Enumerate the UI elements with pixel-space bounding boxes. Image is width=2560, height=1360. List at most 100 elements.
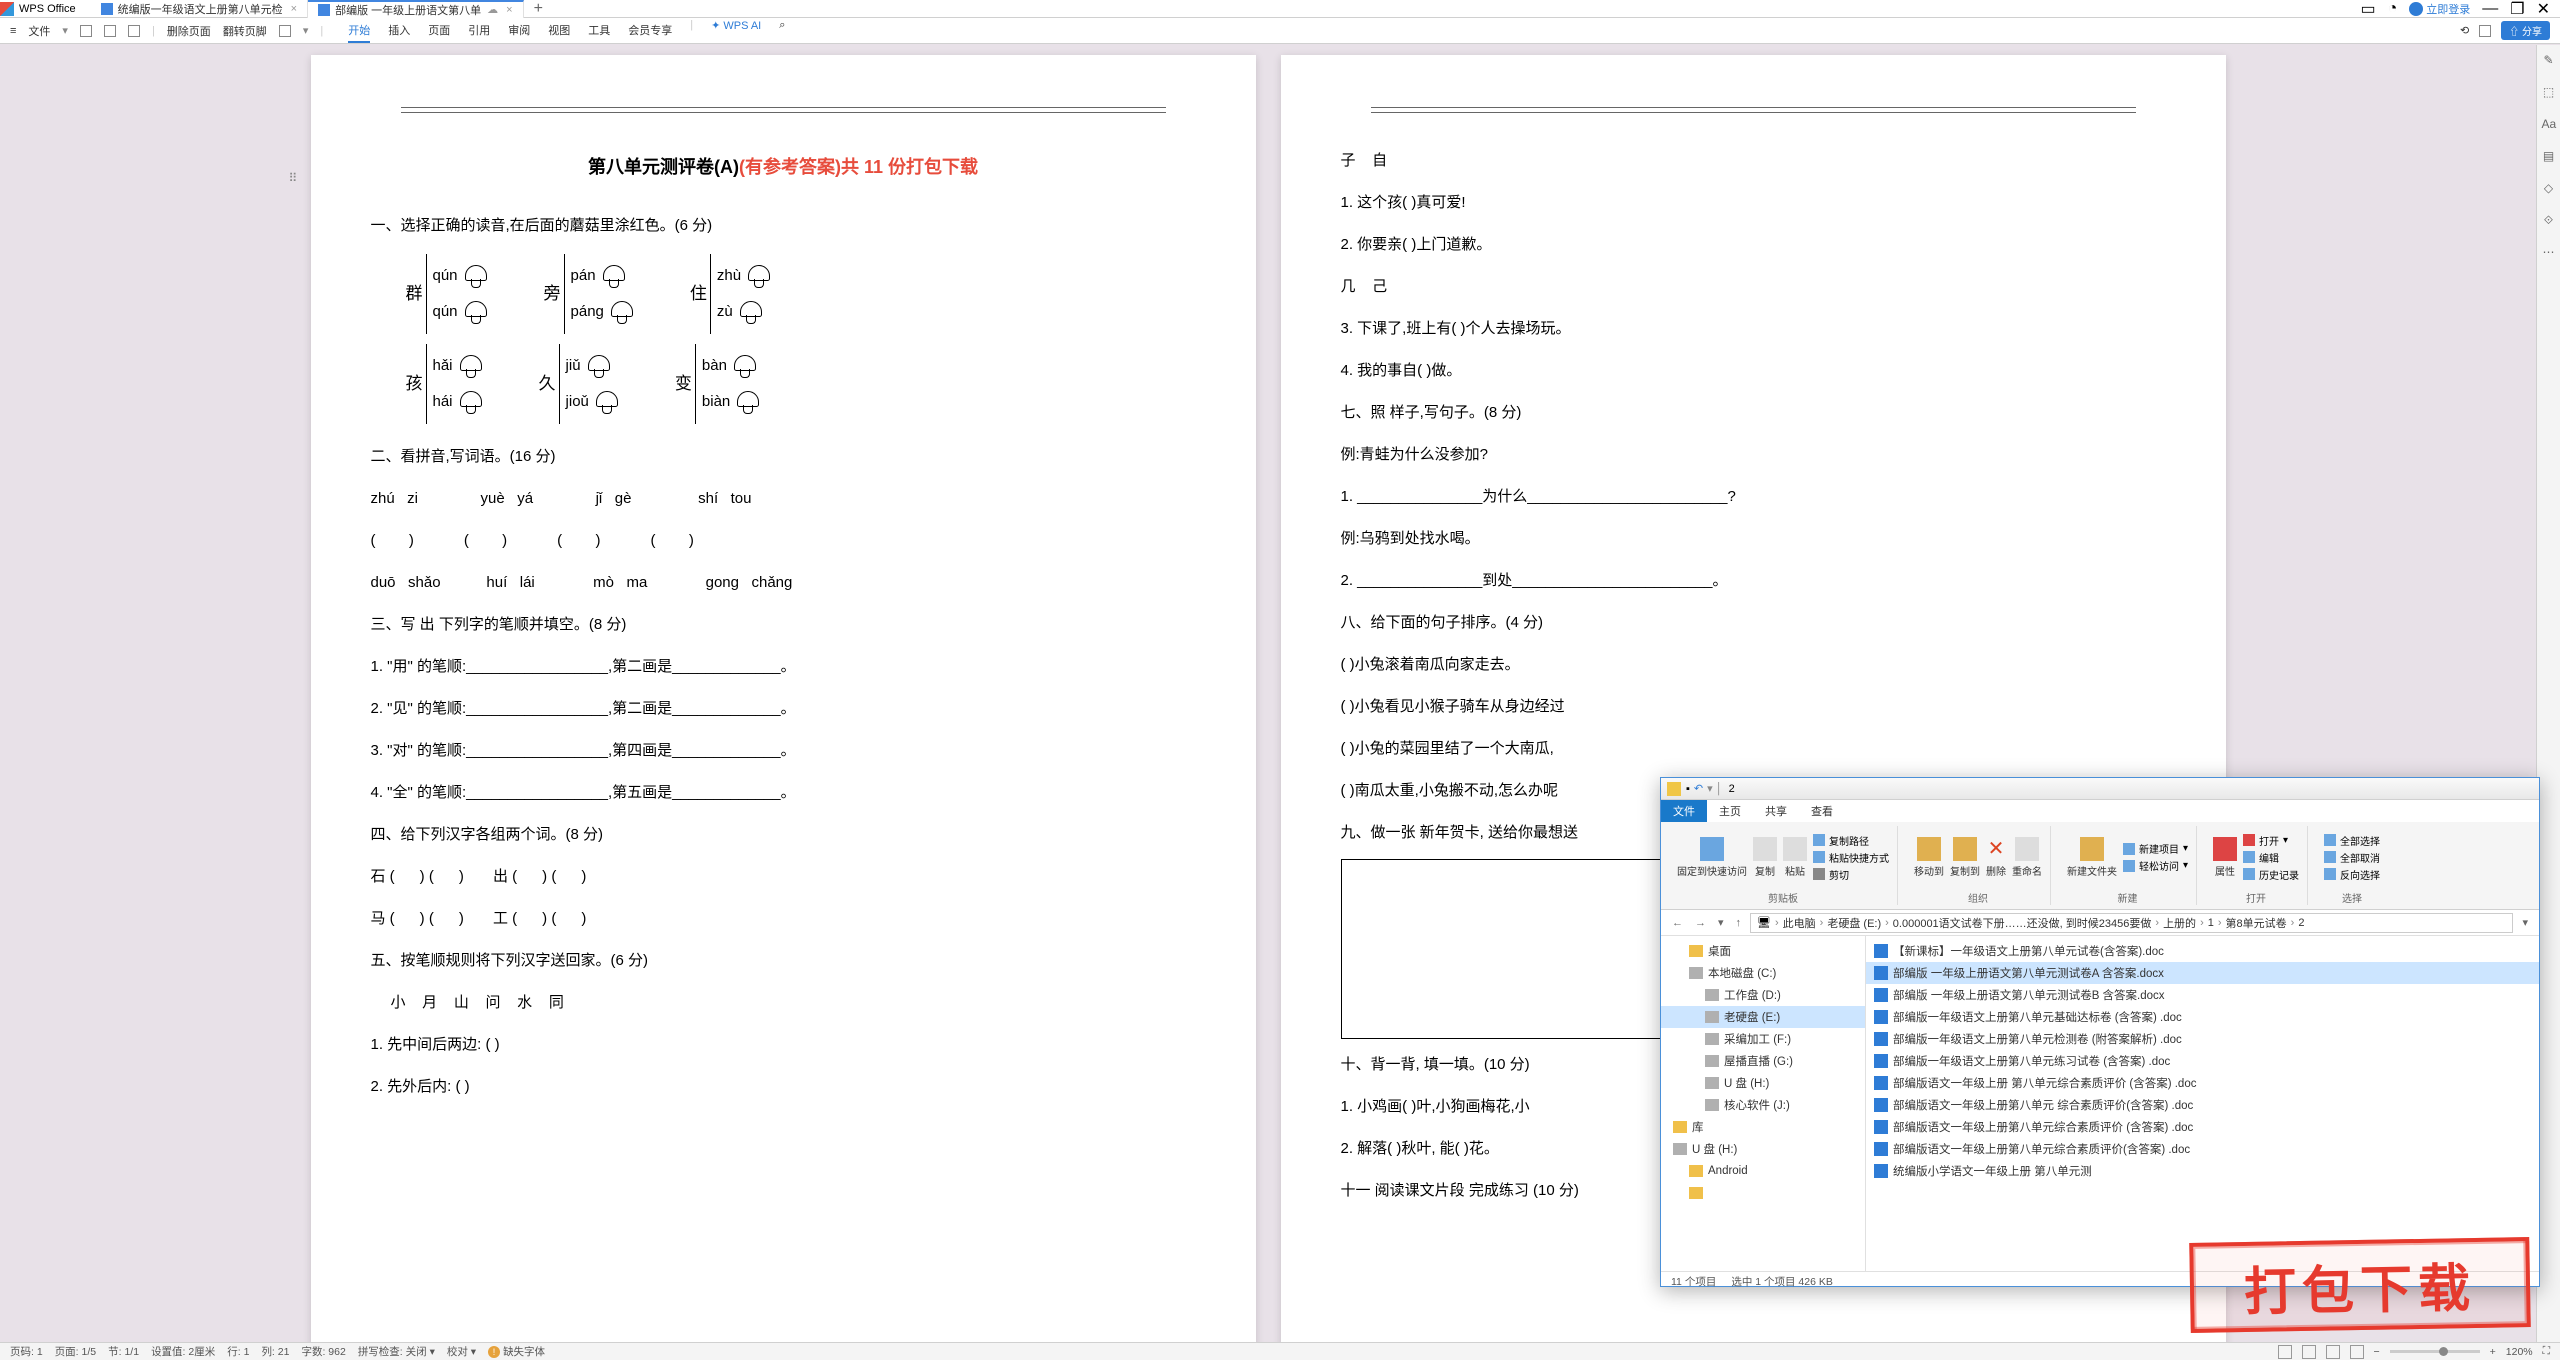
copy-to-button[interactable]: 复制到 <box>1950 837 1980 878</box>
history-button[interactable]: 历史记录 <box>2243 867 2299 882</box>
tree-item[interactable]: 桌面 <box>1661 940 1865 962</box>
tree-item[interactable]: 核心软件 (J:) <box>1661 1094 1865 1116</box>
zoom-level[interactable]: 120% <box>2506 1346 2533 1358</box>
sidebar-select-icon[interactable]: ⬚ <box>2542 85 2556 99</box>
tree-item[interactable]: 库 <box>1661 1116 1865 1138</box>
paste-button[interactable]: 粘贴 <box>1783 837 1807 878</box>
file-item[interactable]: 部编版一年级语文上册第八单元练习试卷 (含答案) .doc <box>1866 1050 2539 1072</box>
sidebar-shape-icon[interactable]: ◇ <box>2542 181 2556 195</box>
add-tab-button[interactable]: + <box>524 0 553 18</box>
cut-button[interactable]: 剪切 <box>1813 867 1889 882</box>
file-menu[interactable]: 文件 <box>28 23 50 39</box>
easy-access-button[interactable]: 轻松访问 ▾ <box>2123 858 2188 873</box>
wps-ai-button[interactable]: ✦ WPS AI <box>711 19 761 43</box>
invert-selection-button[interactable]: 反向选择 <box>2324 867 2380 882</box>
print-icon[interactable] <box>104 25 116 37</box>
tree-item[interactable]: U 盘 (H:) <box>1661 1138 1865 1160</box>
sidebar-pencil-icon[interactable]: ✎ <box>2542 53 2556 67</box>
delete-page-button[interactable]: 删除页面 <box>167 23 211 39</box>
paste-shortcut-button[interactable]: 粘贴快捷方式 <box>1813 850 1889 865</box>
sidebar-link-icon[interactable]: ⟐ <box>2542 213 2556 227</box>
file-item[interactable]: 部编版 一年级上册语文第八单元测试卷B 含答案.docx <box>1866 984 2539 1006</box>
inbox-icon[interactable]: ▭ <box>2360 0 2375 19</box>
status-missing-font[interactable]: !缺失字体 <box>488 1344 545 1359</box>
login-button[interactable]: 立即登录 <box>2409 1 2470 17</box>
edit-button[interactable]: 编辑 <box>2243 850 2299 865</box>
tab-tools[interactable]: 工具 <box>588 19 610 43</box>
tree-item[interactable]: Android <box>1661 1160 1865 1182</box>
file-item[interactable]: 部编版语文一年级上册第八单元综合素质评价 (含答案) .doc <box>1866 1116 2539 1138</box>
nav-forward-button[interactable]: → <box>1692 917 1709 929</box>
view-mode-2-icon[interactable] <box>2302 1345 2316 1359</box>
fullscreen-icon[interactable]: ⛶ <box>2543 1345 2550 1358</box>
move-to-button[interactable]: 移动到 <box>1914 837 1944 878</box>
file-item[interactable]: 统编版小学语文一年级上册 第八单元测 <box>1866 1160 2539 1182</box>
view-mode-4-icon[interactable] <box>2350 1345 2364 1359</box>
tab-close-icon[interactable]: × <box>506 4 512 16</box>
search-icon[interactable]: ⌕ <box>779 19 785 43</box>
explorer-tab-file[interactable]: 文件 <box>1661 800 1707 822</box>
breadcrumb[interactable]: 🖥 ›此电脑 ›老硬盘 (E:) ›0.000001语文试卷下册……还没做, 到… <box>1750 913 2513 933</box>
explorer-tab-view[interactable]: 查看 <box>1799 800 1845 822</box>
cloud-sync-icon[interactable]: ⟲ <box>2460 24 2469 37</box>
qat-save-icon[interactable]: ▪ <box>1686 783 1690 795</box>
tab-member[interactable]: 会员专享 <box>628 19 672 43</box>
share-button[interactable]: ⇧ 分享 <box>2501 21 2550 40</box>
document-tab-1[interactable]: 统编版一年级语文上册第八单元检 × <box>91 0 308 18</box>
download-pack-button[interactable]: 打包下载 <box>2189 1237 2531 1333</box>
document-tab-2[interactable]: 部编版 一年级上册语文第八单 ☁ × <box>308 0 524 18</box>
new-folder-button[interactable]: 新建文件夹 <box>2067 837 2117 878</box>
status-page[interactable]: 页码: 1 <box>10 1344 43 1359</box>
file-item[interactable]: 部编版 一年级上册语文第八单元测试卷A 含答案.docx <box>1866 962 2539 984</box>
select-all-button[interactable]: 全部选择 <box>2324 833 2380 848</box>
status-proof[interactable]: 校对 ▾ <box>447 1344 476 1359</box>
pin-button[interactable]: 固定到快速访问 <box>1677 837 1747 878</box>
rename-button[interactable]: 重命名 <box>2012 837 2042 878</box>
tree-item[interactable]: 工作盘 (D:) <box>1661 984 1865 1006</box>
tab-insert[interactable]: 插入 <box>388 19 410 43</box>
breadcrumb-dropdown[interactable]: ▾ <box>2519 916 2531 929</box>
tree-item[interactable]: 屋播直播 (G:) <box>1661 1050 1865 1072</box>
tab-start[interactable]: 开始 <box>348 19 370 43</box>
explorer-tree[interactable]: 桌面本地磁盘 (C:)工作盘 (D:)老硬盘 (E:)采编加工 (F:)屋播直播… <box>1661 936 1866 1271</box>
zoom-out-button[interactable]: − <box>2374 1346 2380 1358</box>
tree-item[interactable]: 本地磁盘 (C:) <box>1661 962 1865 984</box>
file-item[interactable]: 【新课标】一年级语文上册第八单元试卷(含答案).doc <box>1866 940 2539 962</box>
explorer-file-list[interactable]: 【新课标】一年级语文上册第八单元试卷(含答案).doc部编版 一年级上册语文第八… <box>1866 936 2539 1271</box>
properties-button[interactable]: 属性 <box>2213 837 2237 878</box>
toggle-icon[interactable] <box>279 25 291 37</box>
file-item[interactable]: 部编版一年级语文上册第八单元检测卷 (附答案解析) .doc <box>1866 1028 2539 1050</box>
copy-button[interactable]: 复制 <box>1753 837 1777 878</box>
nav-recent-button[interactable]: ▾ <box>1715 916 1727 929</box>
file-item[interactable]: 部编版一年级语文上册第八单元基础达标卷 (含答案) .doc <box>1866 1006 2539 1028</box>
copy-path-button[interactable]: 复制路径 <box>1813 833 1889 848</box>
tree-item[interactable]: 采编加工 (F:) <box>1661 1028 1865 1050</box>
new-item-button[interactable]: 新建项目 ▾ <box>2123 841 2188 856</box>
save-icon[interactable] <box>80 25 92 37</box>
file-item[interactable]: 部编版语文一年级上册第八单元 综合素质评价(含答案) .doc <box>1866 1094 2539 1116</box>
zoom-slider[interactable] <box>2390 1350 2480 1353</box>
tree-item[interactable] <box>1661 1182 1865 1204</box>
flip-footer-button[interactable]: 翻转页脚 <box>223 23 267 39</box>
nav-back-button[interactable]: ← <box>1669 917 1686 929</box>
tab-close-icon[interactable]: × <box>291 3 297 15</box>
view-mode-1-icon[interactable] <box>2278 1345 2292 1359</box>
view-mode-3-icon[interactable] <box>2326 1345 2340 1359</box>
select-none-button[interactable]: 全部取消 <box>2324 850 2380 865</box>
tree-item[interactable]: 老硬盘 (E:) <box>1661 1006 1865 1028</box>
maximize-button[interactable]: ❐ <box>2510 0 2524 19</box>
tab-reference[interactable]: 引用 <box>468 19 490 43</box>
sidebar-style-icon[interactable]: Aa <box>2542 117 2556 131</box>
status-chars[interactable]: 字数: 962 <box>301 1344 345 1359</box>
delete-button[interactable]: ✕删除 <box>1986 836 2006 878</box>
explorer-tab-home[interactable]: 主页 <box>1707 800 1753 822</box>
explorer-titlebar[interactable]: ▪ ↶ ▾ │ 2 <box>1661 778 2539 800</box>
file-item[interactable]: 部编版语文一年级上册第八单元综合素质评价(含答案) .doc <box>1866 1138 2539 1160</box>
tree-item[interactable]: U 盘 (H:) <box>1661 1072 1865 1094</box>
collapse-ribbon-icon[interactable] <box>2479 25 2491 37</box>
minimize-button[interactable]: — <box>2482 0 2498 18</box>
tab-review[interactable]: 审阅 <box>508 19 530 43</box>
nav-up-button[interactable]: ↑ <box>1733 917 1745 929</box>
undo-icon[interactable] <box>128 25 140 37</box>
open-button[interactable]: 打开 ▾ <box>2243 833 2299 848</box>
